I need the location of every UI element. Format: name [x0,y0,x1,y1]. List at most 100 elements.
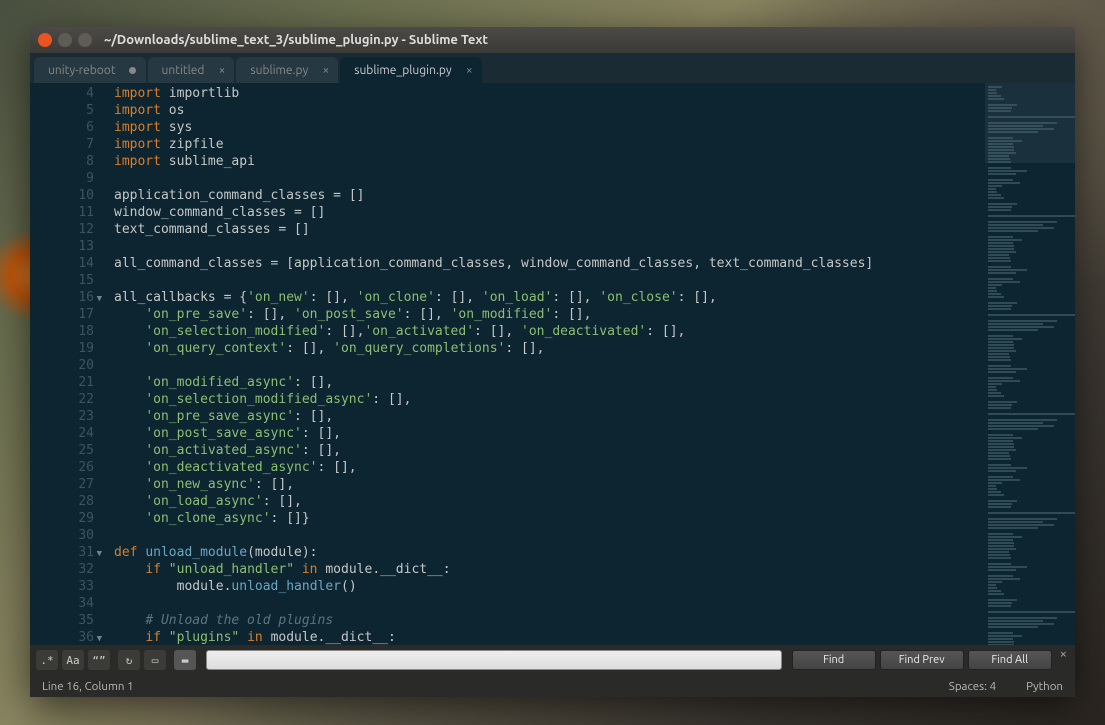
line-number[interactable]: 31▼ [30,544,94,561]
line-number[interactable]: 28 [30,493,94,510]
fold-icon[interactable]: ▼ [97,291,102,308]
code-line[interactable]: if "unload_handler" in module.__dict__: [114,561,985,578]
line-number[interactable]: 30 [30,527,94,544]
line-number[interactable]: 9 [30,170,94,187]
tab-label: untitled [162,64,205,77]
line-number[interactable]: 21 [30,374,94,391]
line-number[interactable]: 17 [30,306,94,323]
code-line[interactable] [114,357,985,374]
tab-label: sublime.py [250,64,308,77]
line-number[interactable]: 11 [30,204,94,221]
line-number[interactable]: 7 [30,136,94,153]
line-number[interactable]: 16▼ [30,289,94,306]
line-number[interactable]: 10 [30,187,94,204]
fold-icon[interactable]: ▼ [97,631,102,645]
code-line[interactable]: import sublime_api [114,153,985,170]
line-number[interactable]: 22 [30,391,94,408]
close-icon[interactable]: × [322,64,329,77]
line-number[interactable]: 26 [30,459,94,476]
line-number[interactable]: 24 [30,425,94,442]
code-line[interactable]: 'on_selection_modified_async': [], [114,391,985,408]
line-number[interactable]: 25 [30,442,94,459]
code-line[interactable]: import zipfile [114,136,985,153]
code-line[interactable] [114,170,985,187]
line-number[interactable]: 4 [30,85,94,102]
line-number[interactable]: 35 [30,612,94,629]
code-line[interactable]: 'on_clone_async': []} [114,510,985,527]
code-view[interactable]: import importlibimport osimport sysimpor… [100,83,985,645]
code-line[interactable]: all_callbacks = {'on_new': [], 'on_clone… [114,289,985,306]
tab[interactable]: untitled × [148,57,235,83]
close-icon[interactable]: × [1060,647,1067,661]
window-title: ~/Downloads/sublime_text_3/sublime_plugi… [104,33,488,47]
line-number[interactable]: 13 [30,238,94,255]
close-icon[interactable]: × [466,64,473,77]
line-number[interactable]: 20 [30,357,94,374]
line-number[interactable]: 14 [30,255,94,272]
maximize-icon[interactable] [78,33,92,47]
line-number[interactable]: 15 [30,272,94,289]
code-line[interactable]: 'on_query_context': [], 'on_query_comple… [114,340,985,357]
code-line[interactable]: window_command_classes = [] [114,204,985,221]
code-line[interactable]: all_command_classes = [application_comma… [114,255,985,272]
line-number[interactable]: 32 [30,561,94,578]
code-line[interactable]: text_command_classes = [] [114,221,985,238]
line-number[interactable]: 5 [30,102,94,119]
case-sensitive-toggle[interactable]: Aa [62,650,84,670]
status-bar: Line 16, Column 1 Spaces: 4 Python [30,675,1075,697]
code-line[interactable]: 'on_load_async': [], [114,493,985,510]
titlebar[interactable]: ~/Downloads/sublime_text_3/sublime_plugi… [30,27,1075,53]
tab[interactable]: sublime_plugin.py× [340,57,481,83]
code-line[interactable]: 'on_post_save_async': [], [114,425,985,442]
code-line[interactable] [114,527,985,544]
line-number[interactable]: 23 [30,408,94,425]
whole-word-toggle[interactable]: “” [88,650,110,670]
wrap-toggle[interactable]: ↻ [118,650,140,670]
code-line[interactable]: 'on_modified_async': [], [114,374,985,391]
code-line[interactable]: def unload_module(module): [114,544,985,561]
line-number[interactable]: 36▼ [30,629,94,645]
line-number[interactable]: 33 [30,578,94,595]
gutter[interactable]: 45678910111213141516▼1718192021222324252… [30,83,100,645]
code-line[interactable]: 'on_selection_modified': [],'on_activate… [114,323,985,340]
line-number[interactable]: 8 [30,153,94,170]
code-line[interactable]: 'on_deactivated_async': [], [114,459,985,476]
code-line[interactable]: 'on_activated_async': [], [114,442,985,459]
code-line[interactable]: if "plugins" in module.__dict__: [114,629,985,645]
status-syntax[interactable]: Python [1026,680,1063,693]
close-icon[interactable]: × [219,64,226,77]
find-input[interactable] [206,650,782,670]
tab[interactable]: sublime.py × [236,57,338,83]
tab[interactable]: unity-reboot [34,57,146,83]
line-number[interactable]: 34 [30,595,94,612]
code-line[interactable]: # Unload the old plugins [114,612,985,629]
status-indent[interactable]: Spaces: 4 [949,680,996,693]
code-line[interactable] [114,272,985,289]
code-line[interactable]: import importlib [114,85,985,102]
close-icon[interactable] [38,33,52,47]
code-line[interactable] [114,595,985,612]
line-number[interactable]: 18 [30,323,94,340]
fold-icon[interactable]: ▼ [97,546,102,563]
highlight-toggle[interactable]: ▬ [174,650,196,670]
code-line[interactable]: module.unload_handler() [114,578,985,595]
line-number[interactable]: 19 [30,340,94,357]
find-prev-button[interactable]: Find Prev [880,650,964,670]
code-line[interactable]: 'on_pre_save_async': [], [114,408,985,425]
code-line[interactable]: 'on_new_async': [], [114,476,985,493]
code-line[interactable]: import os [114,102,985,119]
minimize-icon[interactable] [58,33,72,47]
regex-toggle[interactable]: .* [36,650,58,670]
line-number[interactable]: 29 [30,510,94,527]
minimap[interactable] [985,83,1075,645]
line-number[interactable]: 6 [30,119,94,136]
line-number[interactable]: 12 [30,221,94,238]
line-number[interactable]: 27 [30,476,94,493]
find-all-button[interactable]: Find All [968,650,1052,670]
code-line[interactable]: import sys [114,119,985,136]
code-line[interactable] [114,238,985,255]
code-line[interactable]: 'on_pre_save': [], 'on_post_save': [], '… [114,306,985,323]
in-selection-toggle[interactable]: ▭ [144,650,166,670]
find-button[interactable]: Find [792,650,876,670]
code-line[interactable]: application_command_classes = [] [114,187,985,204]
